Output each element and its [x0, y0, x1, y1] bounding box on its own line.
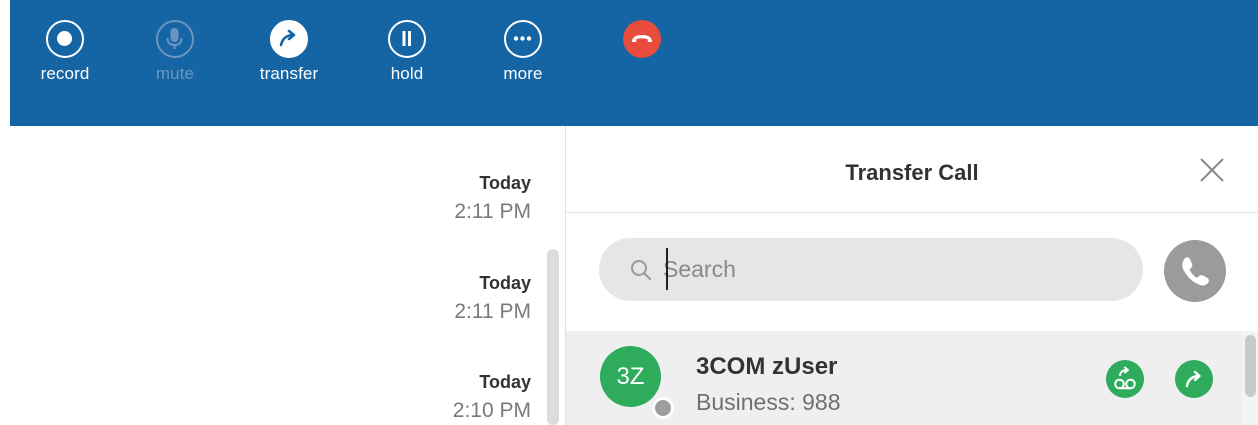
hold-label: hold — [390, 64, 424, 83]
presence-status-dot — [652, 397, 674, 419]
contact-name: 3COM zUser — [696, 353, 838, 380]
record-label: record — [40, 64, 90, 83]
history-entry: Today 2:10 PM — [453, 372, 531, 423]
history-time: 2:11 PM — [454, 300, 531, 323]
mute-label: mute — [155, 64, 195, 83]
transfer-call-panel: Transfer Call 3Z 3COM zUser Business: 98… — [565, 126, 1258, 425]
contact-extension: Business: 988 — [696, 389, 841, 415]
history-day: Today — [479, 273, 531, 293]
history-entry: Today 2:11 PM — [454, 273, 531, 324]
transfer-label: transfer — [259, 64, 319, 83]
call-history-pane: Today 2:11 PM Today 2:11 PM Today 2:10 P… — [0, 126, 565, 425]
contacts-scrollbar[interactable] — [1242, 331, 1258, 425]
close-button[interactable] — [1198, 156, 1226, 184]
panel-title: Transfer Call — [845, 160, 979, 185]
panel-header: Transfer Call — [566, 126, 1258, 213]
attended-transfer-icon — [1114, 366, 1136, 390]
mute-button[interactable]: mute — [135, 20, 215, 84]
transfer-arrow-icon — [1185, 370, 1201, 388]
contact-row[interactable]: 3Z 3COM zUser Business: 988 — [566, 331, 1242, 425]
history-time: 2:11 PM — [454, 200, 531, 223]
phone-icon — [1182, 257, 1209, 286]
transfer-button[interactable]: transfer — [249, 20, 329, 84]
history-day: Today — [479, 372, 531, 392]
hang-up-icon — [632, 35, 652, 42]
dial-button[interactable] — [1164, 240, 1226, 302]
record-button[interactable]: record — [25, 20, 105, 84]
scrollbar-thumb[interactable] — [1245, 335, 1256, 397]
search-icon — [631, 260, 652, 281]
attended-transfer-button[interactable] — [1106, 360, 1144, 398]
call-toolbar: record mute transfer hold more — [10, 0, 1258, 126]
text-cursor — [666, 248, 668, 290]
search-field[interactable] — [599, 238, 1143, 301]
transfer-arrow-icon — [270, 20, 308, 58]
pause-icon — [388, 20, 426, 58]
history-scrollbar[interactable] — [547, 249, 559, 425]
more-label: more — [503, 64, 543, 83]
more-button[interactable]: more — [483, 20, 563, 84]
contact-avatar: 3Z — [600, 346, 661, 407]
end-call-button[interactable] — [623, 20, 661, 58]
microphone-icon — [156, 20, 194, 58]
blind-transfer-button[interactable] — [1175, 360, 1213, 398]
record-icon — [46, 20, 84, 58]
history-entry: Today 2:11 PM — [454, 173, 531, 224]
hold-button[interactable]: hold — [367, 20, 447, 84]
history-day: Today — [479, 173, 531, 193]
ellipsis-icon — [504, 20, 542, 58]
close-icon — [1200, 158, 1224, 182]
search-input[interactable] — [663, 250, 1113, 288]
history-time: 2:10 PM — [452, 399, 531, 422]
